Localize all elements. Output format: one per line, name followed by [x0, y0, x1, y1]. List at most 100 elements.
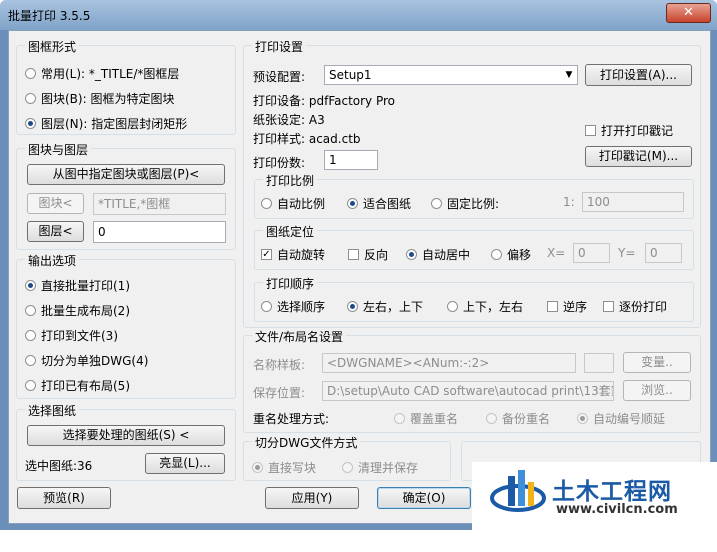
position-option-center[interactable]: 自动居中 [406, 246, 470, 263]
scale-option-fixed[interactable]: 固定比例: [431, 195, 499, 212]
checkbox-label: 逆序 [563, 300, 588, 314]
radio-label: 直接批量打印(1) [41, 279, 130, 293]
scale-option-fit[interactable]: 适合图纸 [347, 195, 411, 212]
block-layer-title: 图块与图层 [25, 141, 92, 158]
output-option-existing-layout[interactable]: 打印已有布局(5) [25, 377, 130, 394]
frame-form-title: 图框形式 [25, 38, 80, 55]
checkbox-label: 打开打印戳记 [601, 124, 674, 138]
close-button[interactable]: ✕ [666, 3, 711, 23]
output-option-direct-print[interactable]: 直接批量打印(1) [25, 277, 130, 294]
name-template-label: 名称样板: [253, 358, 306, 372]
highlight-button[interactable]: 亮显(L)... [145, 453, 225, 474]
output-option-to-file[interactable]: 打印到文件(3) [25, 327, 118, 344]
offset-x-label: X= [547, 246, 566, 260]
radio-icon [394, 413, 405, 424]
civilcn-logo-icon [490, 470, 546, 512]
checkbox-icon [348, 249, 359, 260]
preview-button[interactable]: 预览(R) [17, 487, 111, 509]
radio-selected-icon [406, 249, 417, 260]
radio-selected-icon [252, 462, 263, 473]
select-drawings-title: 选择图纸 [25, 402, 80, 419]
scale-title: 打印比例 [263, 172, 318, 189]
split-dwg-group: 切分DWG文件方式 直接写块 清理并保存 [243, 434, 451, 481]
offset-y-input[interactable]: 0 [645, 243, 682, 263]
radio-icon [261, 198, 272, 209]
split-option-write-block[interactable]: 直接写块 [252, 459, 316, 476]
checkbox-label: 逐份打印 [619, 300, 668, 314]
select-drawings-group: 选择图纸 选择要处理的图纸(S) < 选中图纸:36 亮显(L)... [16, 402, 236, 481]
paper-size-label: 纸张设定: A3 [253, 113, 325, 127]
layer-button[interactable]: 图层< [27, 221, 84, 242]
radio-selected-icon [25, 118, 36, 129]
radio-label: 覆盖重名 [410, 412, 459, 426]
radio-label: 上下，左右 [463, 300, 524, 314]
pick-block-or-layer-button[interactable]: 从图中指定图块或图层(P)< [27, 164, 225, 185]
scale-option-auto[interactable]: 自动比例 [261, 195, 325, 212]
preset-select[interactable]: Setup1 ▼ [324, 65, 578, 85]
dup-option-overwrite[interactable]: 覆盖重名 [394, 410, 458, 427]
variables-button[interactable]: 变量.. [623, 352, 691, 373]
ok-button[interactable]: 确定(O) [377, 487, 471, 509]
preset-label: 预设配置: [253, 70, 306, 84]
output-options-title: 输出选项 [25, 252, 80, 269]
dialog-body: 图框形式 常用(L): *_TITLE/*图框层 图块(B): 图框为特定图块 … [8, 30, 711, 524]
browse-button[interactable]: 浏览.. [623, 380, 691, 401]
frame-form-option-block[interactable]: 图块(B): 图框为特定图块 [25, 90, 174, 107]
name-extra-input[interactable] [584, 353, 614, 373]
copies-label: 打印份数: [253, 156, 306, 170]
radio-label: 备份重名 [502, 412, 551, 426]
print-order-group: 打印顺序 选择顺序 左右，上下 上下，左右 逆序 逐份打印 [254, 275, 694, 322]
scale-ratio-input[interactable]: 100 [582, 192, 684, 212]
printer-device-label: 打印设备: pdfFactory Pro [253, 94, 396, 108]
block-name-input[interactable]: *TITLE,*图框 [93, 193, 226, 215]
copies-input[interactable]: 1 [324, 150, 378, 170]
print-settings-button[interactable]: 打印设置(A)... [585, 64, 692, 86]
radio-label: 左右，上下 [363, 300, 424, 314]
dup-option-backup[interactable]: 备份重名 [486, 410, 550, 427]
order-option-selection[interactable]: 选择顺序 [261, 298, 325, 315]
block-button[interactable]: 图块< [27, 193, 84, 214]
reverse-checkbox[interactable]: 反向 [348, 246, 388, 263]
split-dwg-title: 切分DWG文件方式 [252, 434, 361, 451]
checkbox-label: 自动旋转 [277, 248, 326, 262]
order-option-lr-tb[interactable]: 左右，上下 [347, 298, 423, 315]
order-option-tb-lr[interactable]: 上下，左右 [447, 298, 523, 315]
radio-label: 批量生成布局(2) [41, 304, 130, 318]
print-settings-group: 打印设置 预设配置: Setup1 ▼ 打印设置(A)... 打印设备: pdf… [243, 38, 701, 328]
stamp-checkbox[interactable]: 打开打印戳记 [585, 122, 673, 139]
block-layer-group: 图块与图层 从图中指定图块或图层(P)< 图块< *TITLE,*图框 图层< … [16, 141, 236, 250]
print-stamp-button[interactable]: 打印戳记(M)... [585, 146, 692, 167]
save-location-input[interactable]: D:\setup\Auto CAD software\autocad print… [322, 381, 614, 401]
auto-rotate-checkbox[interactable]: ✓ 自动旋转 [261, 246, 325, 263]
offset-x-input[interactable]: 0 [573, 243, 610, 263]
watermark-url: www.civilcn.com [556, 502, 678, 517]
save-location-label: 保存位置: [253, 386, 306, 400]
watermark: 土木工程网 www.civilcn.com [472, 462, 717, 530]
output-option-layout[interactable]: 批量生成布局(2) [25, 302, 130, 319]
reverse-order-checkbox[interactable]: 逆序 [547, 298, 587, 315]
radio-label: 偏移 [507, 248, 532, 262]
name-template-input[interactable]: <DWGNAME><ANum:-:2> [322, 353, 576, 373]
frame-form-option-common[interactable]: 常用(L): *_TITLE/*图框层 [25, 65, 179, 82]
output-option-split-dwg[interactable]: 切分为单独DWG(4) [25, 352, 148, 369]
apply-button[interactable]: 应用(Y) [265, 487, 359, 509]
radio-selected-icon [577, 413, 588, 424]
position-title: 图纸定位 [263, 223, 318, 240]
frame-form-option-layer[interactable]: 图层(N): 指定图层封闭矩形 [25, 115, 187, 132]
radio-selected-icon [347, 301, 358, 312]
position-option-offset[interactable]: 偏移 [491, 246, 531, 263]
select-drawings-button[interactable]: 选择要处理的图纸(S) < [27, 425, 225, 446]
radio-icon [25, 68, 36, 79]
radio-label: 切分为单独DWG(4) [41, 354, 149, 368]
radio-selected-icon [25, 280, 36, 291]
dup-option-autonumber[interactable]: 自动编号顺延 [577, 410, 665, 427]
layer-name-input[interactable]: 0 [93, 221, 226, 243]
title-bar[interactable]: 批量打印 3.5.5 ✕ [0, 0, 717, 30]
scale-group: 打印比例 自动比例 适合图纸 固定比例: 1: 100 [254, 172, 694, 219]
radio-label: 固定比例: [447, 197, 500, 211]
split-option-purge-save[interactable]: 清理并保存 [342, 459, 418, 476]
radio-label: 适合图纸 [363, 197, 412, 211]
radio-icon [486, 413, 497, 424]
plot-style-label: 打印样式: acad.ctb [253, 132, 361, 146]
per-copy-checkbox[interactable]: 逐份打印 [603, 298, 667, 315]
